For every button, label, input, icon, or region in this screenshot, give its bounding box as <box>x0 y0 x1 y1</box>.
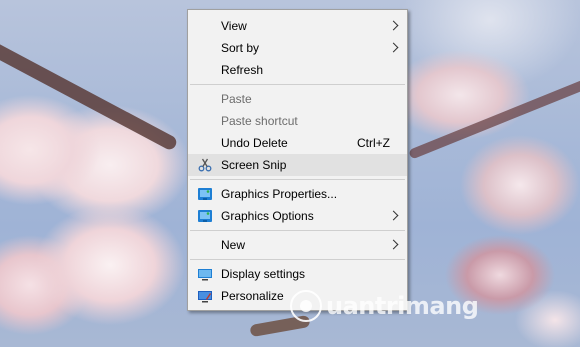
personalize-icon <box>197 288 213 304</box>
watermark-text: uantrimang <box>326 292 479 320</box>
menu-item-label: Refresh <box>221 63 264 77</box>
menu-item-label: Graphics Options <box>221 209 314 223</box>
menu-separator <box>190 230 405 231</box>
menu-item-label: Display settings <box>221 267 306 281</box>
chevron-right-icon <box>388 42 399 53</box>
menu-item-label: Undo Delete <box>221 136 288 150</box>
shortcut-label: Ctrl+Z <box>357 136 390 150</box>
menu-item-graphics-properties[interactable]: Graphics Properties... <box>188 183 407 205</box>
menu-item-label: New <box>221 238 246 252</box>
display-icon <box>197 266 213 282</box>
menu-item-view[interactable]: View <box>188 15 407 37</box>
menu-item-undo-delete[interactable]: Undo Delete Ctrl+Z <box>188 132 407 154</box>
chevron-right-icon <box>388 239 399 250</box>
menu-item-sort-by[interactable]: Sort by <box>188 37 407 59</box>
menu-item-paste-shortcut: Paste shortcut <box>188 110 407 132</box>
menu-item-label: Graphics Properties... <box>221 187 338 201</box>
menu-separator <box>190 179 405 180</box>
menu-item-graphics-options[interactable]: Graphics Options <box>188 205 407 227</box>
watermark-logo-icon <box>290 290 322 322</box>
chevron-right-icon <box>388 210 399 221</box>
watermark: uantrimang <box>290 286 479 326</box>
menu-item-display-settings[interactable]: Display settings <box>188 263 407 285</box>
menu-separator <box>190 84 405 85</box>
menu-item-screen-snip[interactable]: Screen Snip <box>188 154 407 176</box>
menu-separator <box>190 259 405 260</box>
intel-graphics-icon <box>197 186 213 202</box>
menu-item-label: View <box>221 19 247 33</box>
menu-item-label: Paste <box>221 92 252 106</box>
chevron-right-icon <box>388 20 399 31</box>
menu-item-label: Paste shortcut <box>221 114 298 128</box>
menu-item-refresh[interactable]: Refresh <box>188 59 407 81</box>
menu-item-label: Sort by <box>221 41 260 55</box>
intel-graphics-icon <box>197 208 213 224</box>
menu-item-label: Personalize <box>221 289 284 303</box>
menu-item-paste: Paste <box>188 88 407 110</box>
desktop-context-menu: View Sort by Refresh Paste Paste shortcu… <box>187 9 408 311</box>
menu-item-label: Screen Snip <box>221 158 287 172</box>
menu-item-new[interactable]: New <box>188 234 407 256</box>
scissors-icon <box>197 157 213 173</box>
